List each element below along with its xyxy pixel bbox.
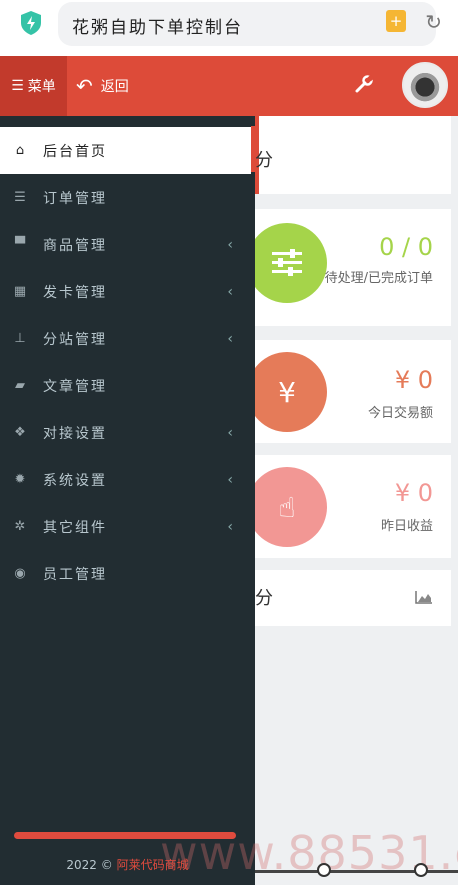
sliders-icon	[247, 223, 327, 303]
sidebar-item-orders[interactable]: ☰ 订单管理	[0, 174, 251, 221]
chevron-left-icon: ‹	[227, 518, 233, 535]
stat-label: 今日交易额	[367, 406, 433, 421]
list-icon: ☰	[14, 190, 26, 205]
sidebar-item-articles[interactable]: ▰ 文章管理	[0, 362, 251, 409]
copyright-text: 2022 ©	[66, 858, 113, 872]
sidebar-item-label: 文章管理	[43, 378, 107, 395]
sidebar-item-label: 对接设置	[43, 425, 107, 442]
chevron-left-icon: ‹	[227, 424, 233, 441]
sidebar-item-staff[interactable]: ◉ 员工管理	[0, 550, 251, 597]
gear-icon: ✹	[14, 472, 26, 487]
slider-knob-right[interactable]	[414, 863, 428, 877]
stat-value: ¥ 0	[394, 366, 433, 394]
menu-icon: ☰	[11, 78, 24, 94]
sidebar-item-label: 员工管理	[43, 566, 107, 583]
menu-button[interactable]: ☰ 菜单	[0, 56, 67, 116]
sidebar-item-docking[interactable]: ❖ 对接设置 ‹	[0, 409, 251, 456]
hand-pointer-icon: ☝	[247, 467, 327, 547]
main-content: 分 0 / 0 待处理/已完成订单 ¥ ¥ 0 今日交易额 ☝ ¥ 0 昨日收益…	[247, 116, 458, 885]
stat-label: 昨日收益	[380, 519, 433, 534]
reload-icon[interactable]: ↻	[425, 10, 442, 34]
sidebar-item-components[interactable]: ✲ 其它组件 ‹	[0, 503, 251, 550]
sitemap-icon: ⊥	[14, 331, 26, 346]
grid-icon: ▦	[13, 284, 27, 299]
avatar[interactable]	[402, 62, 448, 108]
sidebar-item-label: 后台首页	[43, 143, 107, 160]
sidebar-footer: 2022 © 阿莱代码商城	[0, 856, 255, 873]
stat-label: 待处理/已完成订单	[324, 271, 433, 286]
browser-address-bar: 花粥自助下单控制台 + ↻	[0, 0, 458, 56]
page-header-panel: 分	[255, 116, 451, 194]
chevron-left-icon: ‹	[227, 471, 233, 488]
back-button[interactable]: ↶ 返回	[76, 56, 129, 116]
chevron-left-icon: ‹	[227, 330, 233, 347]
sidebar-item-label: 其它组件	[43, 519, 107, 536]
book-icon: ▰	[15, 378, 25, 393]
cubes-icon: ❖	[14, 425, 26, 440]
active-indicator	[251, 126, 255, 172]
sidebar-item-label: 分站管理	[43, 331, 107, 348]
sidebar-item-system[interactable]: ✹ 系统设置 ‹	[0, 456, 251, 503]
stat-value: ¥ 0	[394, 479, 433, 507]
page-header-fragment: 分	[255, 150, 273, 171]
sidebar-item-label: 系统设置	[43, 472, 107, 489]
back-label: 返回	[100, 79, 129, 95]
sidebar-item-label: 发卡管理	[43, 284, 107, 301]
sidebar-item-home[interactable]: ⌂ 后台首页	[0, 127, 251, 174]
sidebar-item-products[interactable]: ▀ 商品管理 ‹	[0, 221, 251, 268]
shield-icon	[21, 11, 41, 35]
user-circle-icon: ◉	[14, 566, 26, 581]
sidebar-nav: ⌂ 后台首页 ☰ 订单管理 ▀ 商品管理 ‹ ▦ 发卡管理 ‹ ⊥ 分站管理 ‹…	[0, 116, 255, 885]
stat-card-orders[interactable]: 0 / 0 待处理/已完成订单	[247, 209, 451, 326]
wrench-icon[interactable]	[354, 74, 374, 94]
sidebar-item-label: 商品管理	[43, 237, 107, 254]
gears-icon: ✲	[14, 519, 26, 534]
url-field[interactable]: 花粥自助下单控制台	[58, 2, 436, 46]
home-icon: ⌂	[15, 143, 25, 158]
area-chart-icon	[415, 591, 432, 604]
yen-icon: ¥	[247, 352, 327, 432]
sidebar-item-cards[interactable]: ▦ 发卡管理 ‹	[0, 268, 251, 315]
stat-card-yesterday-income[interactable]: ☝ ¥ 0 昨日收益	[247, 455, 451, 558]
chevron-left-icon: ‹	[227, 283, 233, 300]
stat-value: 0 / 0	[379, 233, 433, 261]
sidebar-item-label: 订单管理	[43, 190, 107, 207]
url-title: 花粥自助下单控制台	[72, 18, 243, 38]
stat-card-today-sales[interactable]: ¥ ¥ 0 今日交易额	[247, 340, 451, 443]
bookmark-icon[interactable]: +	[386, 10, 406, 32]
sidebar-item-substations[interactable]: ⊥ 分站管理 ‹	[0, 315, 251, 362]
back-arrow-icon: ↶	[76, 74, 93, 98]
chevron-left-icon: ‹	[227, 236, 233, 253]
top-header-bar: ☰ 菜单 ↶ 返回	[0, 56, 458, 116]
chart-card: 分	[255, 570, 451, 626]
chart-card-fragment: 分	[255, 588, 273, 609]
menu-label: 菜单	[27, 79, 56, 95]
cart-icon: ▀	[15, 237, 25, 252]
brand-link[interactable]: 阿莱代码商城	[117, 858, 189, 872]
slider-knob-left[interactable]	[317, 863, 331, 877]
